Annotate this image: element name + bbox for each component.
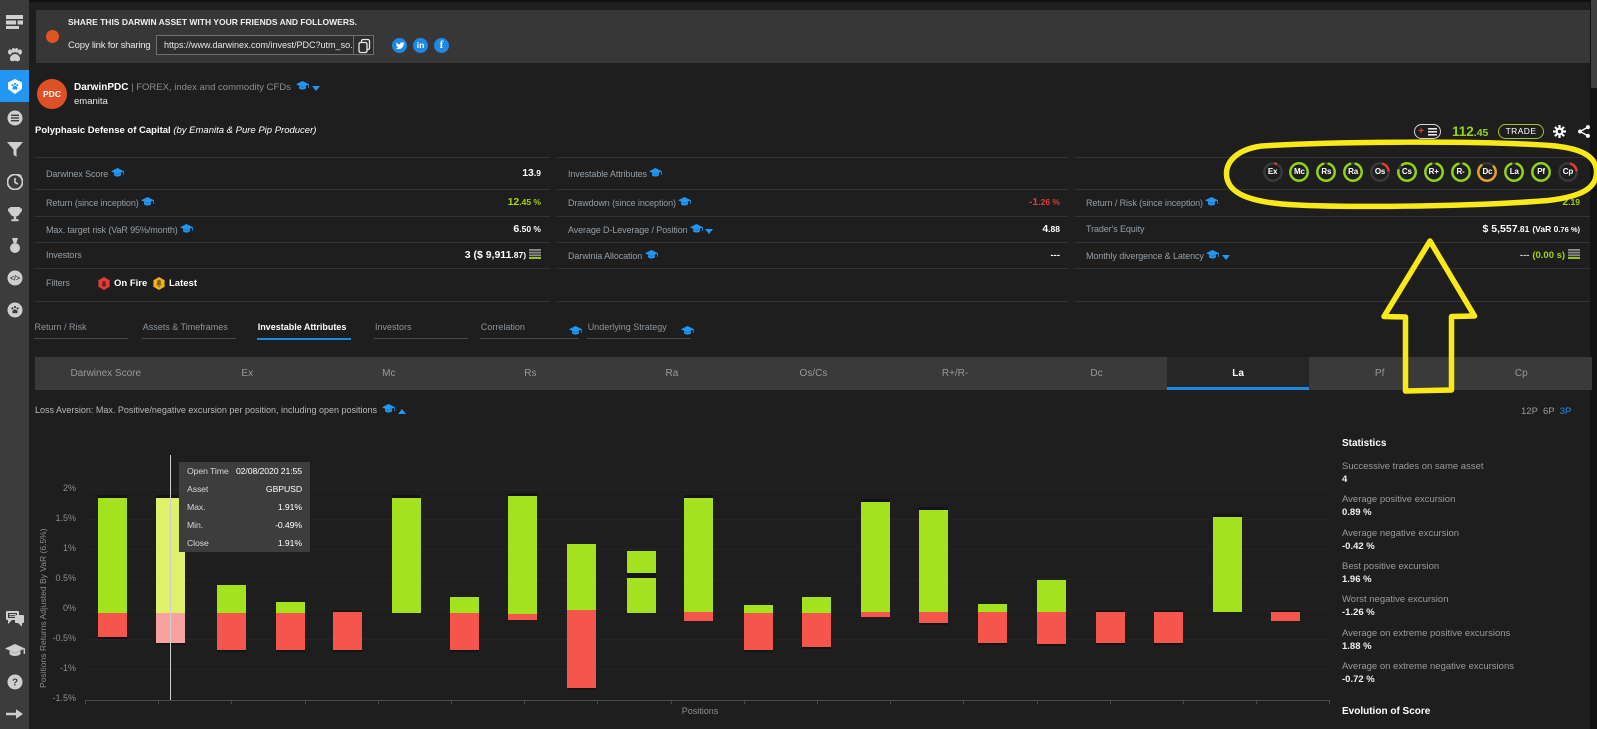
svg-text:</>: </> <box>10 276 20 283</box>
svg-text:?: ? <box>12 678 18 689</box>
